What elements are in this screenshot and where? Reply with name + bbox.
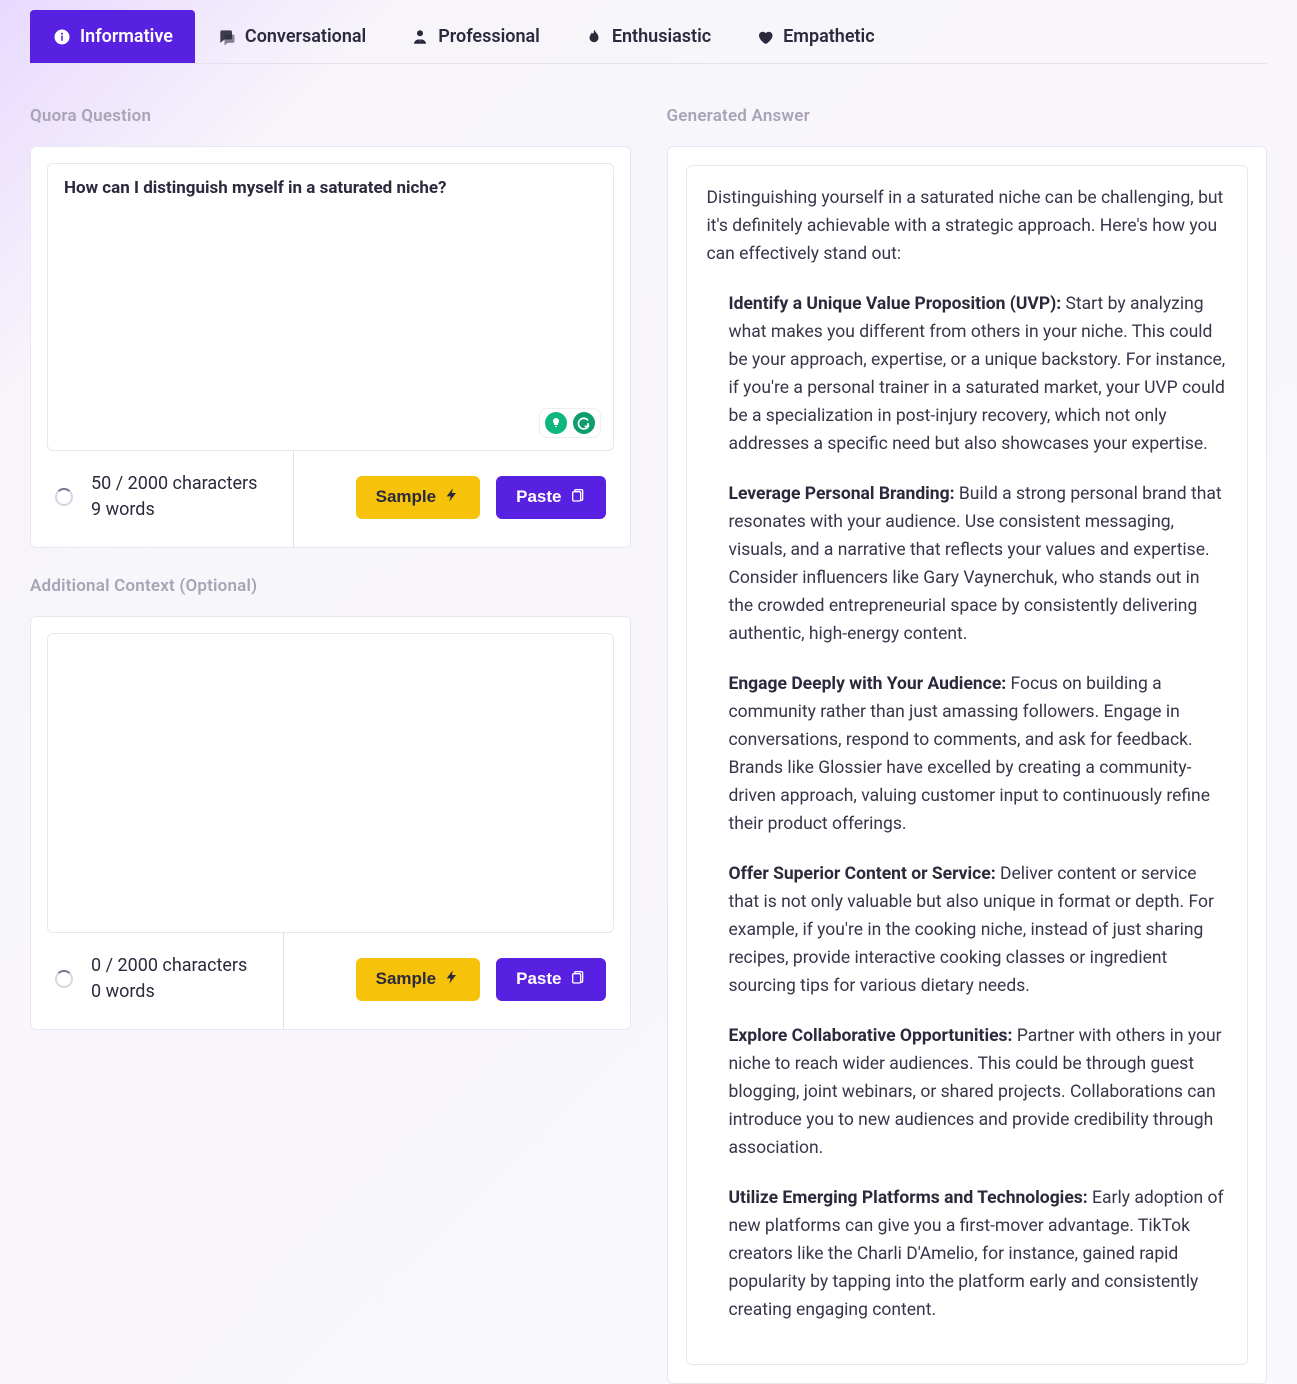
tab-label: Empathetic <box>783 26 874 47</box>
tab-conversational[interactable]: Conversational <box>195 10 388 63</box>
char-count: 50 / 2000 characters <box>91 471 257 497</box>
context-counts: 0 / 2000 characters 0 words <box>91 953 247 1005</box>
button-label: Sample <box>376 487 436 507</box>
button-label: Sample <box>376 969 436 989</box>
question-counts: 50 / 2000 characters 9 words <box>91 471 257 523</box>
answer-item: Explore Collaborative Opportunities: Par… <box>729 1022 1228 1162</box>
answer-item-body: Focus on building a community rather tha… <box>729 674 1211 834</box>
answer-item-body: Build a strong personal brand that reson… <box>729 484 1222 644</box>
question-input[interactable]: How can I distinguish myself in a satura… <box>47 163 614 451</box>
answer-item-lead: Engage Deeply with Your Audience: <box>729 674 1007 694</box>
word-count: 0 words <box>91 979 247 1005</box>
output-column: Generated Answer Distinguishing yourself… <box>667 106 1268 1384</box>
context-toolbar: 0 / 2000 characters 0 words Sample Paste <box>47 933 614 1029</box>
context-input[interactable] <box>47 633 614 933</box>
separator <box>293 451 294 547</box>
answer-item-lead: Utilize Emerging Platforms and Technolog… <box>729 1188 1088 1208</box>
answer-intro: Distinguishing yourself in a saturated n… <box>707 184 1228 268</box>
user-tie-icon <box>410 27 430 47</box>
answer-item-lead: Explore Collaborative Opportunities: <box>729 1026 1013 1046</box>
clipboard-icon <box>570 969 586 990</box>
char-count: 0 / 2000 characters <box>91 953 247 979</box>
answer-item-body: Start by analyzing what makes you differ… <box>729 294 1226 454</box>
question-text: How can I distinguish myself in a satura… <box>64 178 447 198</box>
answer-item-lead: Identify a Unique Value Proposition (UVP… <box>729 294 1062 314</box>
question-card: How can I distinguish myself in a satura… <box>30 146 631 548</box>
paste-button[interactable]: Paste <box>496 476 605 519</box>
bulb-icon[interactable] <box>545 412 567 434</box>
answer-item: Leverage Personal Branding: Build a stro… <box>729 480 1228 648</box>
separator <box>283 933 284 1029</box>
flame-icon <box>584 27 604 47</box>
answer-item-lead: Leverage Personal Branding: <box>729 484 955 504</box>
answer-content: Distinguishing yourself in a saturated n… <box>686 165 1249 1365</box>
word-count: 9 words <box>91 497 257 523</box>
bolt-icon <box>444 487 460 508</box>
context-card: 0 / 2000 characters 0 words Sample Paste <box>30 616 631 1030</box>
grammarly-icon[interactable] <box>573 412 595 434</box>
question-toolbar: 50 / 2000 characters 9 words Sample Past… <box>47 451 614 547</box>
tab-enthusiastic[interactable]: Enthusiastic <box>562 10 733 63</box>
grammar-badges <box>539 408 601 438</box>
answer-item-lead: Offer Superior Content or Service: <box>729 864 996 884</box>
answer-item: Engage Deeply with Your Audience: Focus … <box>729 670 1228 838</box>
loading-spinner-icon <box>55 970 73 988</box>
button-label: Paste <box>516 487 561 507</box>
answer-item: Identify a Unique Value Proposition (UVP… <box>729 290 1228 458</box>
sample-button[interactable]: Sample <box>356 958 480 1001</box>
context-label: Additional Context (Optional) <box>30 576 631 596</box>
clipboard-icon <box>570 487 586 508</box>
tab-label: Professional <box>438 26 540 47</box>
heart-icon <box>755 27 775 47</box>
bolt-icon <box>444 969 460 990</box>
answer-label: Generated Answer <box>667 106 1268 126</box>
tab-empathetic[interactable]: Empathetic <box>733 10 896 63</box>
button-label: Paste <box>516 969 561 989</box>
tab-label: Enthusiastic <box>612 26 711 47</box>
tab-informative[interactable]: Informative <box>30 10 195 63</box>
chat-icon <box>217 27 237 47</box>
tone-tabs: Informative Conversational Professional … <box>30 10 1267 64</box>
answer-item: Offer Superior Content or Service: Deliv… <box>729 860 1228 1000</box>
question-label: Quora Question <box>30 106 631 126</box>
input-column: Quora Question How can I distinguish mys… <box>30 106 631 1384</box>
info-icon <box>52 27 72 47</box>
sample-button[interactable]: Sample <box>356 476 480 519</box>
answer-item: Utilize Emerging Platforms and Technolog… <box>729 1184 1228 1324</box>
paste-button[interactable]: Paste <box>496 958 605 1001</box>
tab-label: Conversational <box>245 26 366 47</box>
tab-professional[interactable]: Professional <box>388 10 562 63</box>
tab-label: Informative <box>80 26 173 47</box>
loading-spinner-icon <box>55 488 73 506</box>
answer-card: Distinguishing yourself in a saturated n… <box>667 146 1268 1384</box>
